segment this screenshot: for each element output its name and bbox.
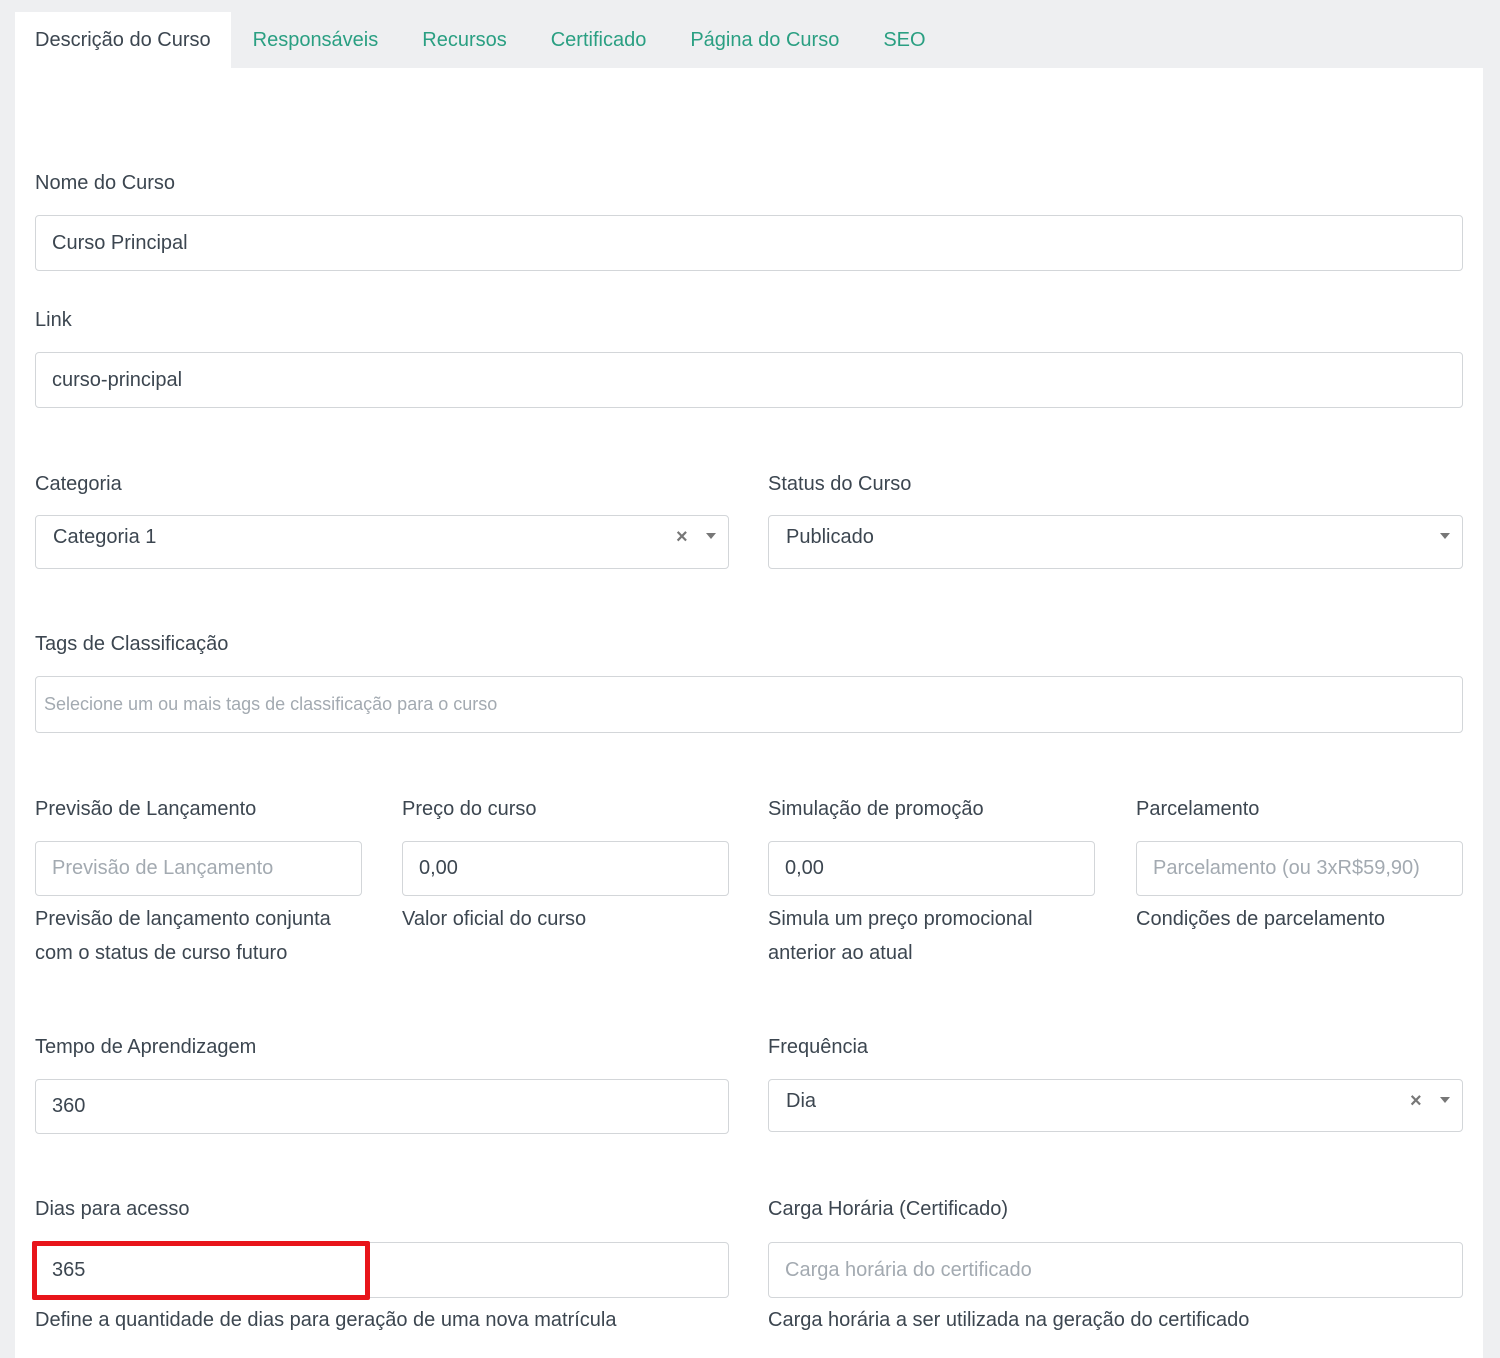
parcelamento-input[interactable]: Parcelamento (ou 3xR$59,90): [1136, 841, 1463, 896]
preco-label: Preço do curso: [402, 798, 537, 820]
previsao-input[interactable]: Previsão de Lançamento: [35, 841, 362, 896]
tab-certificado[interactable]: Certificado: [529, 12, 669, 68]
categoria-select[interactable]: Categoria 1 ×: [35, 515, 729, 569]
tab-descricao[interactable]: Descrição do Curso: [15, 12, 231, 68]
frequencia-select[interactable]: Dia ×: [768, 1079, 1463, 1132]
categoria-value: Categoria 1: [53, 526, 157, 548]
promocao-label: Simulação de promoção: [768, 798, 984, 820]
previsao-label: Previsão de Lançamento: [35, 798, 257, 820]
promocao-help: Simula um preço promocional anterior ao …: [768, 908, 1033, 964]
tags-input[interactable]: Selecione um ou mais tags de classificaç…: [35, 676, 1463, 733]
carga-label: Carga Horária (Certificado): [768, 1198, 1009, 1220]
tags-label: Tags de Classificação: [35, 633, 229, 655]
highlight-box: [32, 1241, 370, 1300]
carga-help: Carga horária a ser utilizada na geração…: [768, 1309, 1250, 1331]
preco-help: Valor oficial do curso: [402, 908, 587, 930]
dias-label: Dias para acesso: [35, 1198, 190, 1220]
nome-label: Nome do Curso: [35, 172, 176, 194]
carga-input[interactable]: Carga horária do certificado: [768, 1242, 1463, 1298]
tempo-label: Tempo de Aprendizagem: [35, 1036, 257, 1058]
dropdown-caret-icon: [706, 533, 716, 539]
link-label: Link: [35, 309, 72, 331]
previsao-help: Previsão de lançamento conjunta com o st…: [35, 908, 331, 964]
dias-help: Define a quantidade de dias para geração…: [35, 1309, 617, 1331]
nome-input[interactable]: Curso Principal: [35, 215, 1463, 271]
parcelamento-label: Parcelamento: [1136, 798, 1260, 820]
status-select[interactable]: Publicado: [768, 515, 1463, 569]
link-input[interactable]: curso-principal: [35, 352, 1463, 408]
clear-x-icon[interactable]: ×: [1410, 1090, 1422, 1113]
status-label: Status do Curso: [768, 473, 912, 495]
status-value: Publicado: [786, 526, 874, 548]
tab-seo[interactable]: SEO: [861, 12, 947, 68]
tab-bar: Descrição do Curso Responsáveis Recursos…: [15, 12, 948, 68]
tab-pagina-curso[interactable]: Página do Curso: [668, 12, 861, 68]
clear-x-icon[interactable]: ×: [676, 526, 688, 549]
parcelamento-help: Condições de parcelamento: [1136, 908, 1386, 930]
dropdown-caret-icon: [1440, 1097, 1450, 1103]
frequencia-value: Dia: [786, 1090, 817, 1112]
tab-responsaveis[interactable]: Responsáveis: [231, 12, 401, 68]
frequencia-label: Frequência: [768, 1036, 869, 1058]
categoria-label: Categoria: [35, 473, 122, 495]
dropdown-caret-icon: [1440, 533, 1450, 539]
tempo-input[interactable]: 360: [35, 1079, 729, 1134]
form-panel: Nome do Curso Curso Principal Link curso…: [15, 68, 1483, 1358]
promocao-input[interactable]: 0,00: [768, 841, 1095, 896]
tab-recursos[interactable]: Recursos: [400, 12, 528, 68]
preco-input[interactable]: 0,00: [402, 841, 729, 896]
